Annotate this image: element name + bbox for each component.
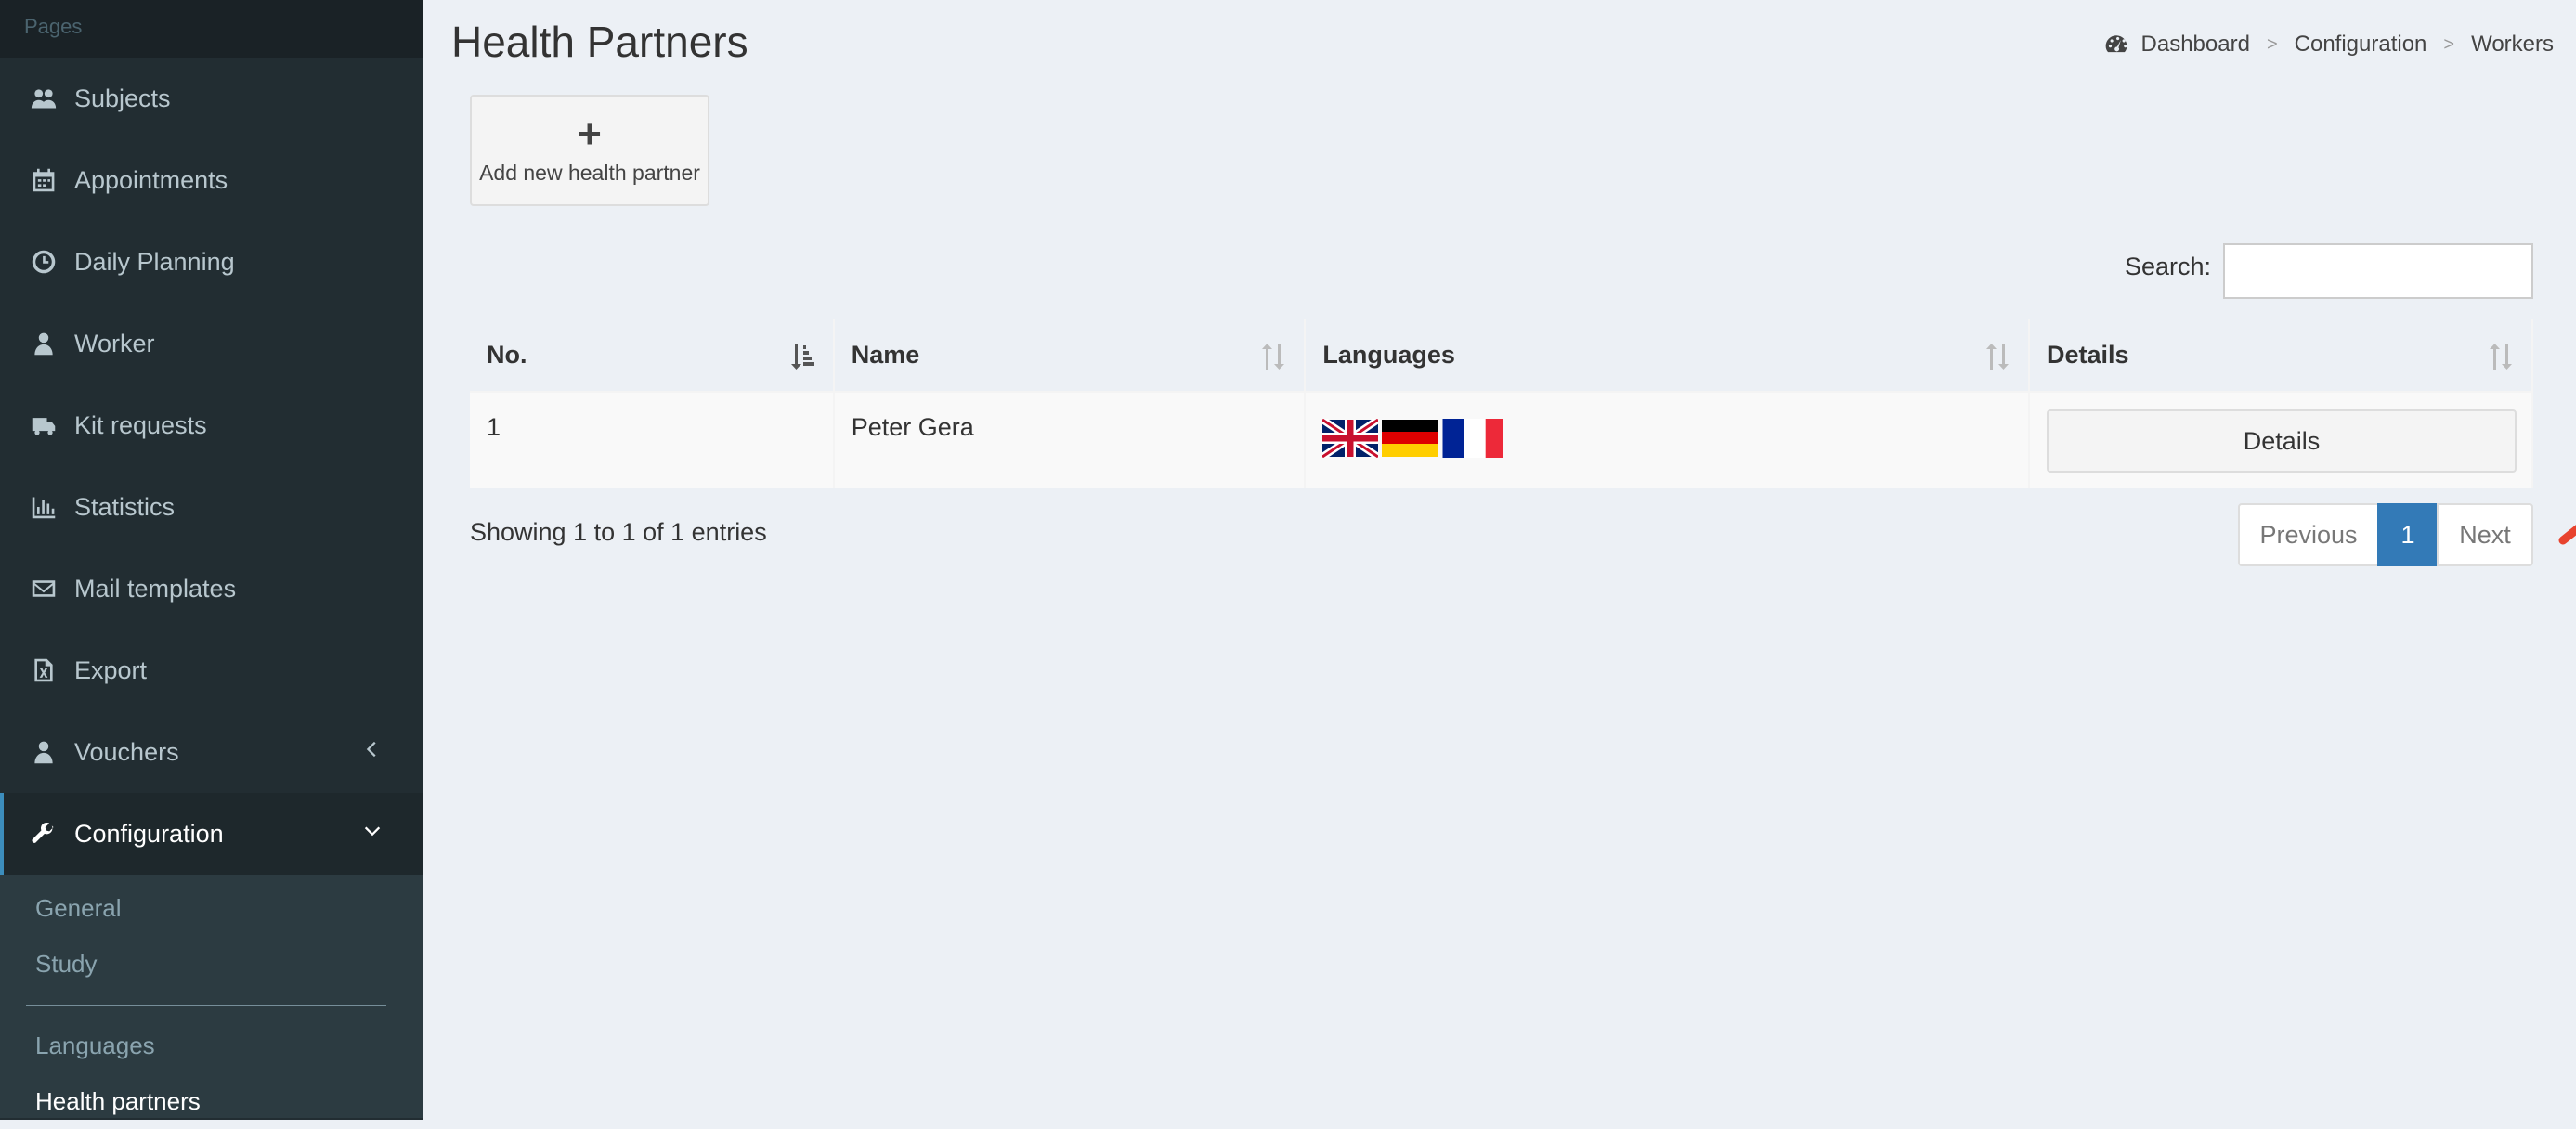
sidebar-item-subjects[interactable]: Subjects [0,58,423,139]
pagination-page-1[interactable]: 1 [2377,503,2439,566]
health-partners-table: No. Name Languages Details 1 Peter Gera … [470,319,2534,488]
sidebar-item-label: Mail templates [74,574,237,603]
search-input[interactable] [2223,243,2533,299]
sidebar-item-label: Configuration [74,819,224,848]
plus-icon: + [578,110,602,157]
breadcrumb-separator: > [2443,33,2455,55]
breadcrumb-dashboard[interactable]: Dashboard [2141,32,2250,58]
calendar-icon [28,164,59,196]
envelope-icon [28,573,59,604]
search-label: Search: [2124,253,2211,280]
cell-no: 1 [470,392,835,488]
column-header-label: Languages [1322,341,1455,369]
sidebar-item-label: Daily Planning [74,247,235,276]
sort-both-icon [1259,342,1287,371]
submenu-item-health-partners[interactable]: Health partners [0,1073,423,1129]
sidebar-item-label: Kit requests [74,410,207,439]
breadcrumb-workers: Workers [2471,32,2554,57]
table-header-row: No. Name Languages Details [470,319,2534,393]
submenu-item-study[interactable]: Study [0,936,423,992]
sort-asc-icon [788,342,816,371]
user-md-icon [28,736,59,768]
wrench-icon [28,818,59,850]
sidebar-item-label: Statistics [74,492,176,521]
pagination: Previous 1 Next [2238,503,2533,566]
configuration-submenu: General Study Languages Health partners [0,875,423,1118]
annotation-arrow-icon [2558,525,2576,545]
sidebar-item-label: Export [74,655,148,684]
breadcrumb-separator: > [2266,33,2278,55]
germany-flag-icon [1382,420,1438,457]
add-health-partner-button[interactable]: + Add new health partner [470,95,709,206]
sidebar-item-statistics[interactable]: Statistics [0,466,423,548]
submenu-item-general[interactable]: General [0,880,423,936]
column-header-name[interactable]: Name [833,319,1307,393]
pagination-previous[interactable]: Previous [2238,503,2379,566]
sidebar-item-worker[interactable]: Worker [0,303,423,384]
sidebar-item-daily-planning[interactable]: Daily Planning [0,221,423,303]
chevron-down-icon [362,819,390,847]
sidebar-item-label: Subjects [74,84,171,112]
file-excel-icon [28,655,59,686]
column-header-languages[interactable]: Languages [1305,319,2030,393]
sidebar-item-vouchers[interactable]: Vouchers [0,711,423,793]
clock-icon [28,246,59,278]
language-flags [1322,419,2028,458]
truck-icon [28,409,59,441]
submenu-item-languages[interactable]: Languages [0,1018,423,1073]
sidebar-header: Pages [0,0,423,58]
add-button-label: Add new health partner [479,160,700,185]
page-title: Health Partners [451,18,748,66]
sidebar-item-mail-templates[interactable]: Mail templates [0,548,423,629]
column-header-details[interactable]: Details [2028,319,2534,393]
cell-name: Peter Gera [833,392,1307,488]
sidebar: Pages Subjects Appointments Daily Planni… [0,0,423,1120]
user-md-icon [28,328,59,359]
column-header-label: No. [487,341,527,369]
france-flag-icon [1442,419,1503,458]
cell-details: Details [2028,392,2534,488]
chevron-left-icon [362,737,390,765]
breadcrumb-configuration[interactable]: Configuration [2295,32,2427,58]
column-header-no[interactable]: No. [470,319,835,393]
sidebar-item-label: Vouchers [74,737,179,766]
details-button[interactable]: Details [2046,409,2517,473]
column-header-label: Details [2046,341,2129,369]
column-header-label: Name [851,341,920,369]
uk-flag-icon [1322,419,1379,458]
sidebar-item-kit-requests[interactable]: Kit requests [0,384,423,466]
cell-languages [1305,392,2030,488]
breadcrumb: Dashboard > Configuration > Workers [2104,32,2554,58]
sort-both-icon [2487,342,2515,371]
dashboard-icon [2104,32,2128,57]
submenu-divider [26,1005,386,1006]
sidebar-item-export[interactable]: Export [0,629,423,711]
bar-chart-icon [28,491,59,523]
main-content: Health Partners Dashboard > Configuratio… [423,0,2576,1120]
users-icon [28,83,59,114]
table-row: 1 Peter Gera Details [470,392,2534,488]
pagination-next[interactable]: Next [2437,503,2533,566]
sidebar-item-appointments[interactable]: Appointments [0,139,423,221]
sidebar-item-label: Appointments [74,165,228,194]
table-info: Showing 1 to 1 of 1 entries [470,518,767,546]
sort-both-icon [1984,342,2011,371]
sidebar-item-configuration[interactable]: Configuration [0,793,423,875]
sidebar-item-label: Worker [74,329,155,357]
